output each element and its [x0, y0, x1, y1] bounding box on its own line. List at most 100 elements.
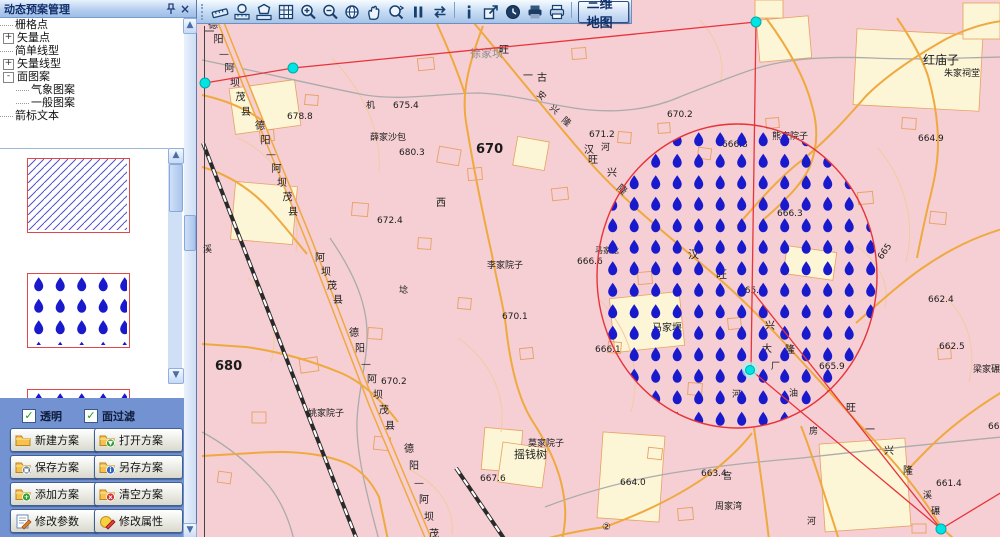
road-name-label: 茂: [283, 191, 293, 204]
button-另存方案[interactable]: i另存方案: [94, 455, 183, 479]
pin-icon[interactable]: [164, 2, 178, 16]
pan-icon[interactable]: [363, 2, 385, 22]
history-icon[interactable]: [502, 2, 524, 22]
button-打开方案[interactable]: ▼打开方案: [94, 428, 183, 452]
map-label: 兴: [607, 167, 617, 179]
vertex-handle[interactable]: [751, 17, 761, 27]
tree-item-label: 简单线型: [15, 44, 59, 57]
tree-connector: [0, 25, 13, 26]
road-name-label: 阳: [214, 34, 224, 46]
checkbox-icon[interactable]: ✓: [84, 409, 98, 423]
checkbox-面过滤[interactable]: ✓ 面过滤: [84, 408, 135, 424]
road-name-label: 德: [349, 326, 359, 339]
scroll-down-icon[interactable]: ▼: [168, 368, 184, 384]
print-icon[interactable]: [546, 2, 568, 22]
checkbox-label: 面过滤: [102, 408, 135, 424]
props-icon: [99, 513, 116, 530]
road-name-label: 县: [241, 106, 251, 118]
map-label: 兴: [884, 445, 894, 457]
scroll-up-icon[interactable]: ▲: [168, 148, 184, 164]
svg-text:i: i: [109, 466, 111, 474]
map-label: 朱家祠堂: [944, 67, 980, 79]
road-name-label: 县: [288, 206, 298, 218]
measure-distance-icon[interactable]: [209, 2, 231, 22]
expand-icon[interactable]: +: [3, 59, 14, 70]
map-label: 664.0: [620, 478, 646, 488]
button-修改属性[interactable]: 修改属性: [94, 509, 183, 533]
export-icon[interactable]: [480, 2, 502, 22]
map-label: 662.4: [928, 295, 954, 305]
button-label: 添加方案: [35, 486, 79, 502]
map-label: 西: [436, 198, 446, 209]
map-label: 碾: [931, 506, 940, 517]
center-handle[interactable]: [746, 366, 755, 375]
close-icon[interactable]: ×: [178, 2, 192, 16]
map-label: 旺: [588, 155, 598, 166]
tree-item-气象图案[interactable]: 气象图案: [0, 83, 184, 96]
tree-item-箭标文本[interactable]: 箭标文本: [0, 109, 184, 122]
full-extent-icon[interactable]: [341, 2, 363, 22]
plan-rain-zone[interactable]: [597, 124, 877, 428]
expand-icon[interactable]: +: [3, 33, 14, 44]
checkbox-icon[interactable]: ✓: [22, 409, 36, 423]
zoom-out-icon[interactable]: [319, 2, 341, 22]
map-label: 670.2: [381, 377, 407, 387]
road-name-label: 阳: [261, 134, 271, 146]
button-保存方案[interactable]: ▣保存方案: [10, 455, 99, 479]
map-label: 670.1: [502, 312, 528, 322]
tree-item-label: 箭标文本: [15, 109, 59, 122]
road-name-label: 阳: [409, 460, 419, 472]
map-label: 675.4: [393, 101, 419, 111]
measure-area-icon[interactable]: [253, 2, 275, 22]
zoom-in-icon[interactable]: [297, 2, 319, 22]
toolbar-grip[interactable]: [201, 4, 206, 20]
button-添加方案[interactable]: +添加方案: [10, 482, 99, 506]
refresh-icon[interactable]: [429, 2, 451, 22]
map-label: 古: [537, 71, 547, 84]
road-name-label: 德: [404, 442, 414, 455]
grid-icon[interactable]: [275, 2, 297, 22]
tree-item-矢量点[interactable]: +矢量点: [0, 31, 184, 44]
scrollbar-thumb[interactable]: [169, 164, 183, 212]
collapse-icon[interactable]: -: [3, 72, 14, 83]
map-label: 680.3: [399, 148, 425, 158]
gis-application-window: 徐家坝红庙子朱家祠堂机675.4678.8薛家沙包680.3670671.2汉河…: [0, 0, 1000, 537]
road-name-label: —: [414, 478, 424, 489]
identify-icon[interactable]: [458, 2, 480, 22]
scroll-down-icon[interactable]: ▼: [183, 523, 197, 537]
plot-icon[interactable]: [524, 2, 546, 22]
button-修改参数[interactable]: 修改参数: [10, 509, 99, 533]
tree-item-简单线型[interactable]: 简单线型: [0, 44, 184, 57]
road-name-label: 坝: [424, 511, 434, 523]
button-新建方案[interactable]: 新建方案: [10, 428, 99, 452]
pause-icon[interactable]: [407, 2, 429, 22]
tree-item-面图案[interactable]: -面图案: [0, 70, 184, 83]
map-label: 663.4: [701, 469, 727, 479]
vertex-handle[interactable]: [200, 78, 210, 88]
checkbox-透明[interactable]: ✓透明: [22, 408, 62, 424]
raindrop-pattern-swatch[interactable]: [27, 273, 130, 348]
previous-view-icon[interactable]: [385, 2, 407, 22]
tree-item-栅格点[interactable]: 栅格点: [0, 18, 184, 31]
panel-scrollbar[interactable]: ▲ ▼: [184, 18, 196, 537]
vertex-handle[interactable]: [936, 524, 946, 534]
map-label: ②: [602, 522, 611, 533]
pattern-list-scrollbar[interactable]: ▲ ▼: [168, 148, 182, 384]
map-3d-button[interactable]: 三维地图: [578, 1, 629, 23]
hatch-pattern-swatch[interactable]: [27, 158, 130, 233]
road-name-label: 阿: [367, 374, 377, 386]
tree-item-一般图案[interactable]: 一般图案: [0, 96, 184, 109]
map-label: 李家院子: [487, 259, 523, 271]
measure-circle-icon[interactable]: [231, 2, 253, 22]
map-label: 旺: [846, 403, 856, 414]
road-name-label: 德: [255, 119, 265, 132]
scroll-up-icon[interactable]: ▲: [183, 18, 197, 34]
map-canvas[interactable]: 徐家坝红庙子朱家祠堂机675.4678.8薛家沙包680.3670671.2汉河…: [196, 0, 1000, 537]
clear-icon: x: [99, 486, 116, 503]
tree-item-label: 气象图案: [31, 83, 75, 96]
vertex-handle[interactable]: [288, 63, 298, 73]
tree-item-矢量线型[interactable]: +矢量线型: [0, 57, 184, 70]
tree-item-label: 面图案: [17, 70, 50, 83]
button-清空方案[interactable]: x清空方案: [94, 482, 183, 506]
scrollbar-thumb[interactable]: [184, 215, 196, 251]
